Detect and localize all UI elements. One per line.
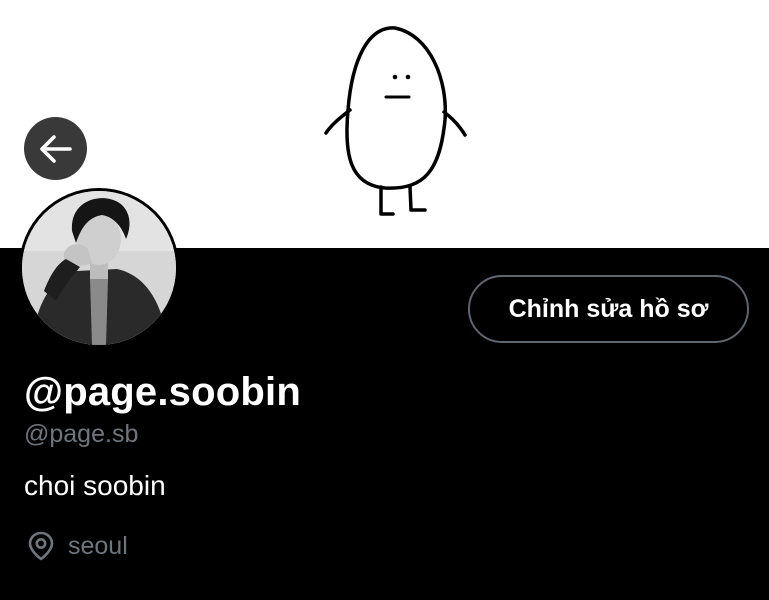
profile-page: Chỉnh sửa hồ sơ @page.soobin @page.sb ch… bbox=[0, 0, 769, 600]
edit-profile-button[interactable]: Chỉnh sửa hồ sơ bbox=[468, 275, 749, 343]
profile-display-name: @page.soobin bbox=[24, 370, 301, 414]
profile-handle: @page.sb bbox=[24, 420, 139, 448]
map-pin-icon bbox=[26, 530, 56, 562]
avatar[interactable] bbox=[19, 188, 179, 348]
back-button[interactable] bbox=[24, 117, 87, 180]
location-text: seoul bbox=[68, 531, 128, 560]
arrow-left-icon bbox=[39, 134, 72, 163]
profile-location: seoul bbox=[26, 530, 128, 562]
avatar-photo bbox=[22, 191, 176, 345]
profile-bio: choi soobin bbox=[24, 470, 166, 501]
